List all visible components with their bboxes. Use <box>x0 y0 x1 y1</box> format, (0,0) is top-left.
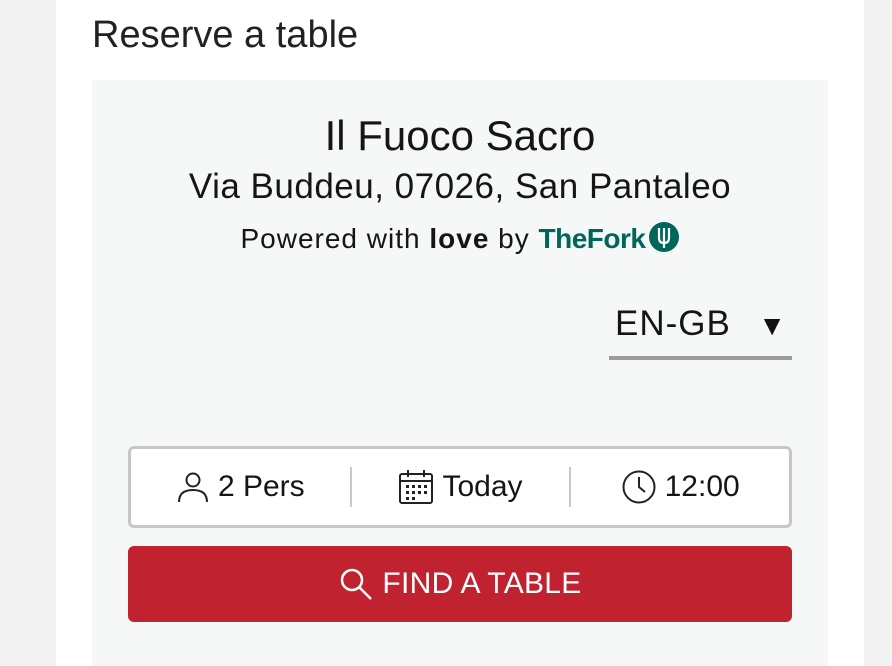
dropdown-arrow-icon: ▼ <box>758 310 786 341</box>
powered-prefix: Powered with <box>240 223 421 254</box>
clock-icon <box>622 470 656 504</box>
date-label: Today <box>442 470 523 503</box>
time-label: 12:00 <box>664 470 740 503</box>
booking-selector: 2 Pers Today 12:00 <box>128 446 792 528</box>
find-table-button[interactable]: FIND A TABLE <box>128 546 792 622</box>
search-icon <box>341 568 373 600</box>
person-icon <box>177 472 208 503</box>
powered-by-text: by <box>498 223 530 254</box>
time-selector[interactable]: 12:00 <box>571 449 789 525</box>
section-title: Reserve a table <box>92 14 359 56</box>
language-value: EN-GB <box>615 304 731 343</box>
powered-love: love <box>429 223 490 254</box>
restaurant-address: Via Buddeu, 07026, San Pantaleo <box>188 167 732 206</box>
powered-by: Powered with love by TheFork <box>92 220 828 263</box>
persons-label: 2 Pers <box>217 470 305 503</box>
calendar-icon <box>399 470 434 504</box>
reservation-panel: Reserve a table Il Fuoco Sacro Via Budde… <box>56 0 864 666</box>
date-selector[interactable]: Today <box>352 449 570 525</box>
thefork-brand: TheFork <box>538 223 646 254</box>
persons-selector[interactable]: 2 Pers <box>131 449 350 525</box>
find-table-label: FIND A TABLE <box>382 567 582 600</box>
booking-widget: Il Fuoco Sacro Via Buddeu, 07026, San Pa… <box>92 80 828 666</box>
restaurant-name: Il Fuoco Sacro <box>324 112 596 159</box>
thefork-logo-icon <box>648 221 680 263</box>
language-select[interactable]: EN-GB ▼ <box>609 296 792 360</box>
